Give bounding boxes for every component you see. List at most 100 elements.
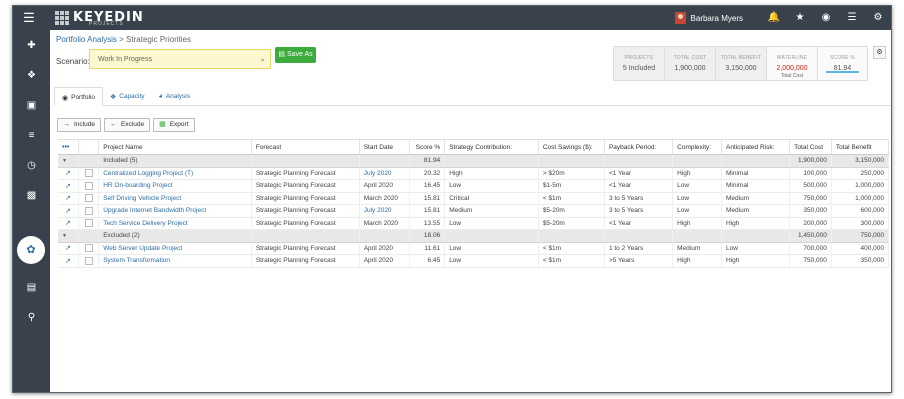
start-date-link[interactable]: July 2020: [359, 204, 410, 218]
gear-icon[interactable]: ⚙: [871, 11, 885, 25]
external-link-icon[interactable]: ↗: [65, 169, 71, 177]
tab-analysis[interactable]: ◕ Analysis: [152, 87, 197, 106]
row-checkbox[interactable]: [84, 244, 93, 253]
project-name-link[interactable]: System Transformation: [98, 254, 252, 268]
project-name-link[interactable]: Upgrade Internet Bandwidth Project: [98, 204, 252, 218]
caret-down-icon[interactable]: ▼: [62, 233, 67, 239]
column-header[interactable]: Strategy Contribution:: [444, 139, 539, 155]
scenario-select[interactable]: Work In Progress ⌄: [89, 49, 271, 69]
start-date-link[interactable]: July 2020: [359, 167, 410, 180]
row-checkbox[interactable]: [84, 206, 93, 215]
external-link-icon[interactable]: ↗: [65, 182, 71, 190]
user-name[interactable]: Barbara Myers: [691, 14, 743, 23]
open-cell[interactable]: ↗: [58, 254, 79, 268]
group-row-included[interactable]: ▼ Included (5) 81.94 1,900,000 3,150,000: [58, 154, 890, 168]
cell: 350,000: [831, 254, 890, 268]
cell: Low: [672, 192, 722, 205]
excel-icon: ▦: [159, 121, 166, 128]
caret-down-icon[interactable]: ▼: [62, 158, 67, 164]
row-checkbox[interactable]: [84, 169, 93, 178]
open-cell[interactable]: ↗: [58, 204, 79, 218]
table-row[interactable]: ↗ Web Server Update Project Strategic Plan…: [58, 242, 890, 255]
external-link-icon[interactable]: ↗: [65, 257, 71, 265]
select-cell[interactable]: [78, 167, 100, 180]
select-cell[interactable]: [78, 217, 100, 230]
cell: Critical: [444, 192, 539, 205]
project-name-link[interactable]: Tech Service Delivery Project: [98, 217, 252, 230]
money-icon[interactable]: ▩: [21, 188, 42, 204]
table-row[interactable]: ↗ Tech Service Delivery Project Strategic …: [58, 217, 890, 230]
open-cell[interactable]: ↗: [58, 217, 79, 230]
dashboard-icon: ◕: [158, 93, 163, 100]
project-name-link[interactable]: HR On-boarding Project: [98, 179, 252, 193]
avatar[interactable]: [674, 12, 686, 24]
row-checkbox[interactable]: [84, 194, 93, 203]
column-header[interactable]: Cost Savings ($):: [538, 139, 605, 155]
table-row[interactable]: ↗ Upgrade Internet Bandwidth Project Strat…: [58, 204, 890, 218]
list-icon[interactable]: ☰: [845, 11, 859, 25]
group-row-excluded[interactable]: ▼ Excluded (2) 18.06 1,450,000 750,000: [58, 229, 890, 243]
cell: $5-20m: [538, 217, 605, 230]
save-as-button[interactable]: ▤ Save As: [275, 47, 316, 63]
column-header[interactable]: Forecast: [251, 139, 360, 155]
pin-icon[interactable]: ❖: [21, 68, 42, 84]
more-icon[interactable]: •••: [62, 144, 69, 151]
menu-icon[interactable]: ☰: [21, 10, 37, 26]
row-checkbox[interactable]: [84, 219, 93, 228]
export-button[interactable]: ▦ Export: [153, 118, 195, 132]
collapse-cell[interactable]: ▼: [58, 154, 79, 168]
column-header[interactable]: Start Date: [359, 139, 410, 155]
external-link-icon[interactable]: ↗: [65, 207, 71, 215]
tab-capacity[interactable]: ❖ Capacity: [103, 87, 152, 106]
table-row[interactable]: ↗ HR On-boarding Project Strategic Plannin…: [58, 179, 890, 193]
tab-portfolio[interactable]: ◉ Portfolio: [54, 87, 103, 106]
collapse-cell[interactable]: ▼: [58, 229, 79, 243]
breadcrumb-parent[interactable]: Portfolio Analysis: [56, 35, 117, 44]
sliders-icon[interactable]: ≡: [21, 128, 42, 144]
select-cell[interactable]: [78, 192, 100, 205]
bell-icon[interactable]: 🔔: [767, 11, 781, 25]
table-row[interactable]: ↗ Self Driving Vehicle Project Strategic P…: [58, 192, 890, 205]
clock-icon[interactable]: ◷: [21, 158, 42, 174]
open-cell[interactable]: ↗: [58, 192, 79, 205]
external-link-icon[interactable]: ↗: [65, 194, 71, 202]
column-header[interactable]: Anticipated Risk:: [721, 139, 791, 155]
cell: April 2020: [359, 179, 410, 193]
column-header[interactable]: Total Benefit: [831, 139, 890, 155]
column-header[interactable]: Score %: [409, 139, 446, 155]
exclude-button[interactable]: ← Exclude: [103, 118, 151, 132]
table-row[interactable]: ↗ System Transformation Strategic Planning…: [58, 254, 890, 268]
select-cell[interactable]: [78, 204, 100, 218]
settings-gear-icon[interactable]: ⚙: [873, 46, 886, 59]
plus-icon[interactable]: ✚: [21, 38, 42, 54]
open-cell[interactable]: ↗: [58, 242, 79, 255]
star-icon[interactable]: ★: [793, 11, 807, 25]
project-name-link[interactable]: Centralized Logging Project (T): [98, 167, 252, 180]
open-cell[interactable]: ↗: [58, 179, 79, 193]
cell: 15.81: [409, 192, 446, 205]
column-header[interactable]: Payback Period:: [604, 139, 674, 155]
globe-icon[interactable]: ◉: [819, 11, 833, 25]
table-row[interactable]: ↗ Centralized Logging Project (T) Strategi…: [58, 167, 890, 180]
external-link-icon[interactable]: ↗: [65, 244, 71, 252]
save-icon: ▤: [278, 51, 285, 58]
search-icon[interactable]: ⚲: [21, 310, 42, 326]
bar-chart-icon[interactable]: ▤: [21, 280, 42, 296]
project-name-link[interactable]: Self Driving Vehicle Project: [98, 192, 252, 205]
briefcase-icon[interactable]: ▣: [21, 98, 42, 114]
cell: < $1m: [538, 242, 605, 255]
external-link-icon[interactable]: ↗: [65, 219, 71, 227]
project-name-link[interactable]: Web Server Update Project: [98, 242, 252, 255]
column-header[interactable]: Complexity:: [672, 139, 722, 155]
row-checkbox[interactable]: [84, 256, 93, 265]
open-cell[interactable]: ↗: [58, 167, 79, 180]
column-header[interactable]: Project Name: [98, 139, 252, 155]
select-cell[interactable]: [78, 179, 100, 193]
column-header[interactable]: Total Cost: [789, 139, 832, 155]
row-checkbox[interactable]: [84, 181, 93, 190]
dashboard-icon[interactable]: ◕: [21, 250, 42, 266]
select-cell[interactable]: [78, 242, 100, 255]
column-menu[interactable]: •••: [58, 139, 79, 155]
select-cell[interactable]: [78, 254, 100, 268]
include-button[interactable]: → Include: [57, 118, 101, 132]
